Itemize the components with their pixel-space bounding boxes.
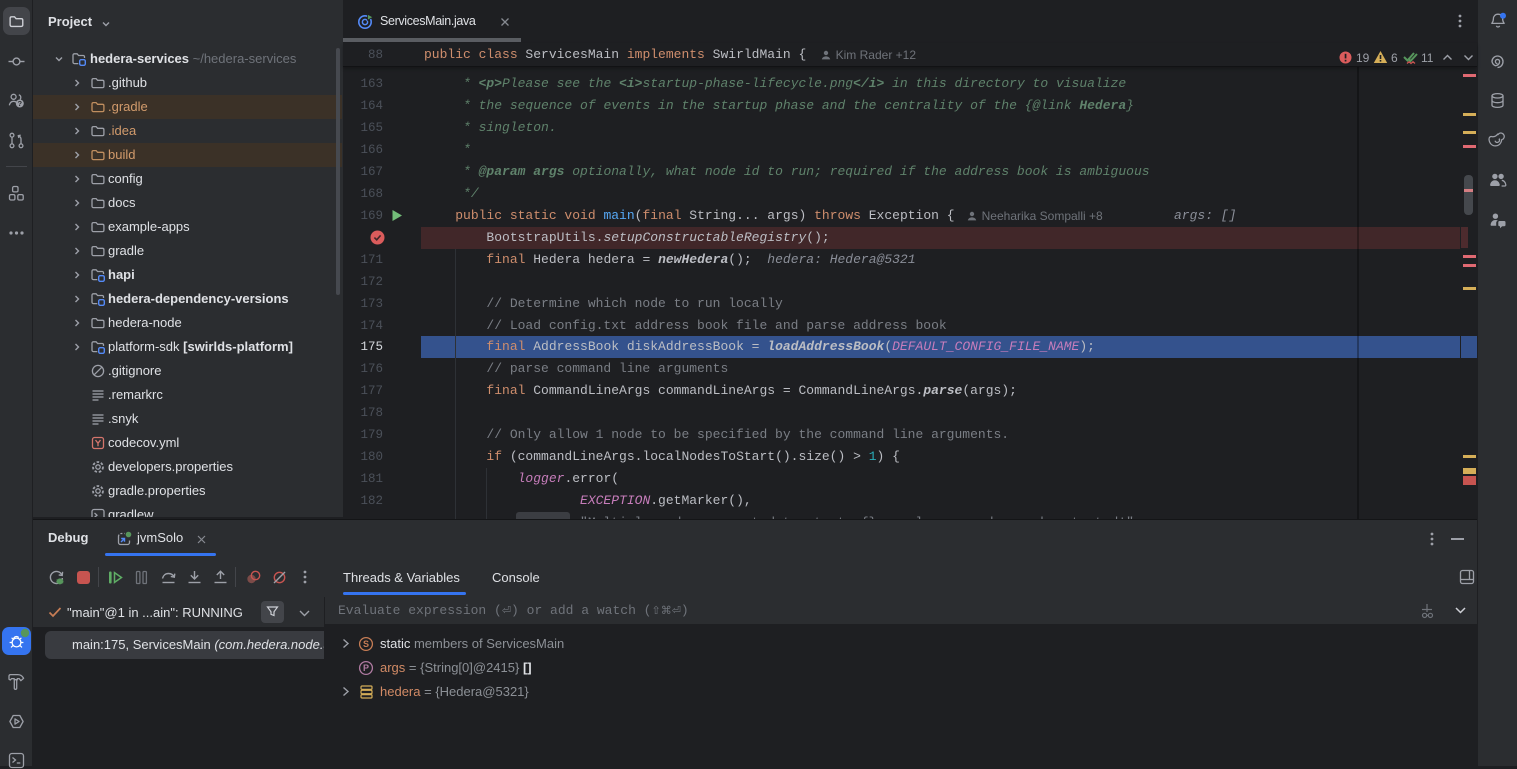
svg-text:?: ? xyxy=(18,99,23,108)
svg-text:S: S xyxy=(363,639,369,649)
svg-text:P: P xyxy=(363,663,369,673)
